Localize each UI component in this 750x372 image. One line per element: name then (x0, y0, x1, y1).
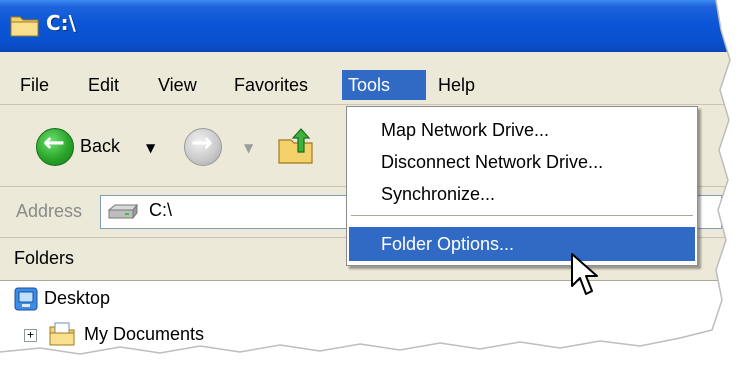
tree-item-desktop[interactable]: Desktop (0, 287, 300, 315)
tools-menu: Map Network Drive... Disconnect Network … (346, 106, 698, 266)
menu-item-label: Disconnect Network Drive... (381, 152, 604, 172)
menu-bar: File Edit View Favorites Tools Help (0, 64, 730, 105)
back-button[interactable]: ← (36, 128, 74, 166)
forward-button[interactable]: → (184, 128, 222, 166)
menu-favorites[interactable]: Favorites (228, 70, 314, 100)
menu-view[interactable]: View (152, 70, 203, 100)
back-history-dropdown-icon[interactable]: ▼ (146, 141, 155, 155)
folders-label: Folders (14, 248, 75, 268)
address-value: C:\ (149, 200, 173, 220)
menu-item-map-network-drive[interactable]: Map Network Drive... (349, 113, 695, 147)
menu-help[interactable]: Help (432, 70, 481, 100)
tree-item-my-documents[interactable]: + My Documents (0, 322, 300, 351)
menu-item-label: Synchronize... (381, 184, 496, 204)
desktop-icon (14, 287, 38, 311)
window-title: C:\ (46, 11, 76, 35)
folder-tree: Desktop + My Documents (0, 281, 730, 360)
explorer-window: C:\ File Edit View Favorites Tools Help … (0, 0, 730, 360)
back-arrow-icon: ← (43, 128, 65, 158)
forward-history-dropdown-icon[interactable]: ▼ (244, 141, 253, 155)
back-label: Back (80, 136, 121, 156)
menu-item-folder-options[interactable]: Folder Options... (349, 227, 695, 261)
menu-separator (351, 215, 693, 216)
expand-icon[interactable]: + (24, 329, 37, 342)
tree-item-label: Desktop (44, 288, 111, 308)
menu-item-disconnect-network-drive[interactable]: Disconnect Network Drive... (349, 145, 695, 179)
folder-icon (10, 16, 39, 37)
address-label: Address (16, 201, 83, 221)
menu-file[interactable]: File (14, 70, 55, 100)
menu-item-synchronize[interactable]: Synchronize... (349, 177, 695, 211)
up-folder-icon[interactable] (276, 126, 316, 166)
drive-icon (107, 204, 139, 220)
mouse-cursor-icon (571, 253, 598, 295)
forward-arrow-icon: → (191, 128, 213, 158)
title-bar[interactable]: C:\ (0, 0, 730, 52)
tree-item-label: My Documents (84, 324, 205, 344)
menu-edit[interactable]: Edit (82, 70, 125, 100)
menu-item-label: Folder Options... (381, 234, 515, 254)
menu-item-label: Map Network Drive... (381, 120, 550, 140)
my-documents-icon (49, 322, 75, 346)
menu-tools[interactable]: Tools (342, 70, 426, 100)
